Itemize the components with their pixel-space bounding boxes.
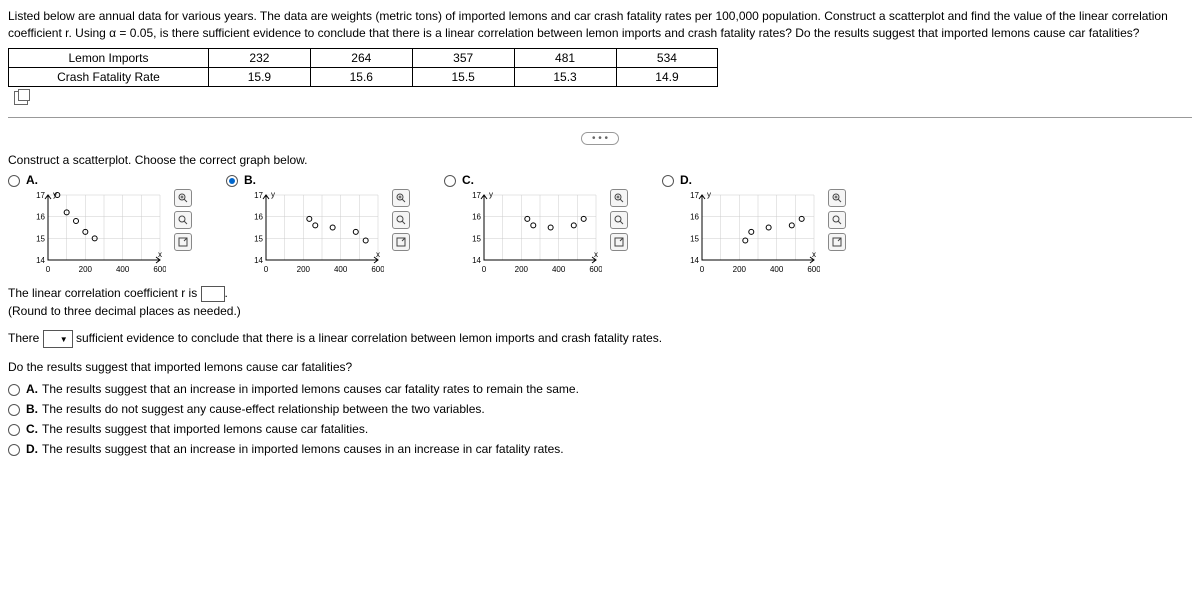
radio-mc-d[interactable] bbox=[8, 444, 20, 456]
svg-text:y: y bbox=[489, 190, 493, 199]
expand-icon[interactable] bbox=[392, 233, 410, 251]
svg-text:17: 17 bbox=[254, 191, 263, 200]
svg-text:200: 200 bbox=[79, 265, 93, 274]
svg-text:16: 16 bbox=[472, 213, 481, 222]
zoom-icon[interactable] bbox=[392, 211, 410, 229]
radio-c[interactable] bbox=[444, 175, 456, 187]
svg-text:14: 14 bbox=[254, 256, 263, 265]
expand-icon[interactable] bbox=[828, 233, 846, 251]
svg-text:0: 0 bbox=[482, 265, 487, 274]
chart-a: yx171615140200400600 bbox=[26, 189, 166, 274]
mc-option-c[interactable]: C.The results suggest that imported lemo… bbox=[8, 422, 1192, 436]
svg-text:600: 600 bbox=[153, 265, 166, 274]
expand-icon[interactable] bbox=[610, 233, 628, 251]
svg-text:400: 400 bbox=[116, 265, 130, 274]
svg-text:200: 200 bbox=[297, 265, 311, 274]
scatterplot-options: A. yx171615140200400600 B. yx17161514020… bbox=[8, 173, 1192, 274]
svg-text:y: y bbox=[271, 190, 275, 199]
svg-text:16: 16 bbox=[254, 213, 263, 222]
evidence-sentence: There sufficient evidence to conclude th… bbox=[8, 330, 1192, 348]
zoom-in-icon[interactable] bbox=[828, 189, 846, 207]
table-row: Lemon Imports 232 264 357 481 534 bbox=[9, 48, 718, 67]
radio-b[interactable] bbox=[226, 175, 238, 187]
option-b[interactable]: B. yx171615140200400600 bbox=[226, 173, 384, 274]
svg-text:15: 15 bbox=[472, 235, 481, 244]
data-table: Lemon Imports 232 264 357 481 534 Crash … bbox=[8, 48, 718, 87]
svg-text:14: 14 bbox=[690, 256, 699, 265]
svg-text:x: x bbox=[376, 250, 380, 259]
zoom-in-icon[interactable] bbox=[392, 189, 410, 207]
option-d[interactable]: D. yx171615140200400600 bbox=[662, 173, 820, 274]
svg-text:0: 0 bbox=[700, 265, 705, 274]
svg-text:16: 16 bbox=[690, 213, 699, 222]
svg-text:17: 17 bbox=[690, 191, 699, 200]
radio-mc-b[interactable] bbox=[8, 404, 20, 416]
svg-text:17: 17 bbox=[472, 191, 481, 200]
radio-a[interactable] bbox=[8, 175, 20, 187]
scatterplot-question: Construct a scatterplot. Choose the corr… bbox=[8, 153, 1192, 167]
expand-icon[interactable] bbox=[174, 233, 192, 251]
svg-text:15: 15 bbox=[36, 235, 45, 244]
svg-text:x: x bbox=[158, 250, 162, 259]
option-a[interactable]: A. yx171615140200400600 bbox=[8, 173, 166, 274]
ellipsis: • • • bbox=[8, 130, 1192, 145]
r-hint: (Round to three decimal places as needed… bbox=[8, 304, 1192, 318]
divider bbox=[8, 117, 1192, 118]
radio-mc-a[interactable] bbox=[8, 384, 20, 396]
zoom-icon[interactable] bbox=[174, 211, 192, 229]
svg-text:400: 400 bbox=[770, 265, 784, 274]
svg-text:14: 14 bbox=[472, 256, 481, 265]
intro-text: Listed below are annual data for various… bbox=[8, 8, 1192, 42]
svg-text:15: 15 bbox=[254, 235, 263, 244]
svg-text:0: 0 bbox=[46, 265, 51, 274]
svg-text:200: 200 bbox=[515, 265, 529, 274]
mc-option-d[interactable]: D.The results suggest that an increase i… bbox=[8, 442, 1192, 456]
svg-text:x: x bbox=[812, 250, 816, 259]
r-input[interactable] bbox=[201, 286, 225, 302]
radio-d[interactable] bbox=[662, 175, 674, 187]
svg-text:x: x bbox=[594, 250, 598, 259]
svg-text:400: 400 bbox=[334, 265, 348, 274]
zoom-in-icon[interactable] bbox=[174, 189, 192, 207]
svg-text:600: 600 bbox=[807, 265, 820, 274]
mc-option-b[interactable]: B.The results do not suggest any cause-e… bbox=[8, 402, 1192, 416]
cause-question: Do the results suggest that imported lem… bbox=[8, 360, 1192, 374]
chart-c: y x 17 16 15 140 200 400 600 bbox=[462, 189, 602, 274]
row-label: Crash Fatality Rate bbox=[9, 67, 209, 86]
svg-text:14: 14 bbox=[36, 256, 45, 265]
copy-icon[interactable] bbox=[14, 91, 28, 105]
radio-mc-c[interactable] bbox=[8, 424, 20, 436]
r-answer-line: The linear correlation coefficient r is … bbox=[8, 286, 1192, 302]
svg-text:15: 15 bbox=[690, 235, 699, 244]
svg-text:17: 17 bbox=[36, 191, 45, 200]
svg-text:16: 16 bbox=[36, 213, 45, 222]
chart-b: y x 17 16 15 140 200 400 600 bbox=[244, 189, 384, 274]
option-c[interactable]: C. yx171615140200400600 bbox=[444, 173, 602, 274]
svg-text:200: 200 bbox=[733, 265, 747, 274]
row-label: Lemon Imports bbox=[9, 48, 209, 67]
evidence-dropdown[interactable] bbox=[43, 330, 73, 348]
svg-text:0: 0 bbox=[264, 265, 269, 274]
table-row: Crash Fatality Rate 15.9 15.6 15.5 15.3 … bbox=[9, 67, 718, 86]
mc-option-a[interactable]: A.The results suggest that an increase i… bbox=[8, 382, 1192, 396]
svg-text:600: 600 bbox=[371, 265, 384, 274]
svg-text:400: 400 bbox=[552, 265, 566, 274]
svg-text:600: 600 bbox=[589, 265, 602, 274]
zoom-icon[interactable] bbox=[828, 211, 846, 229]
svg-text:y: y bbox=[707, 190, 711, 199]
zoom-icon[interactable] bbox=[610, 211, 628, 229]
chart-d: y x 17 16 15 140 200 400 600 bbox=[680, 189, 820, 274]
zoom-in-icon[interactable] bbox=[610, 189, 628, 207]
